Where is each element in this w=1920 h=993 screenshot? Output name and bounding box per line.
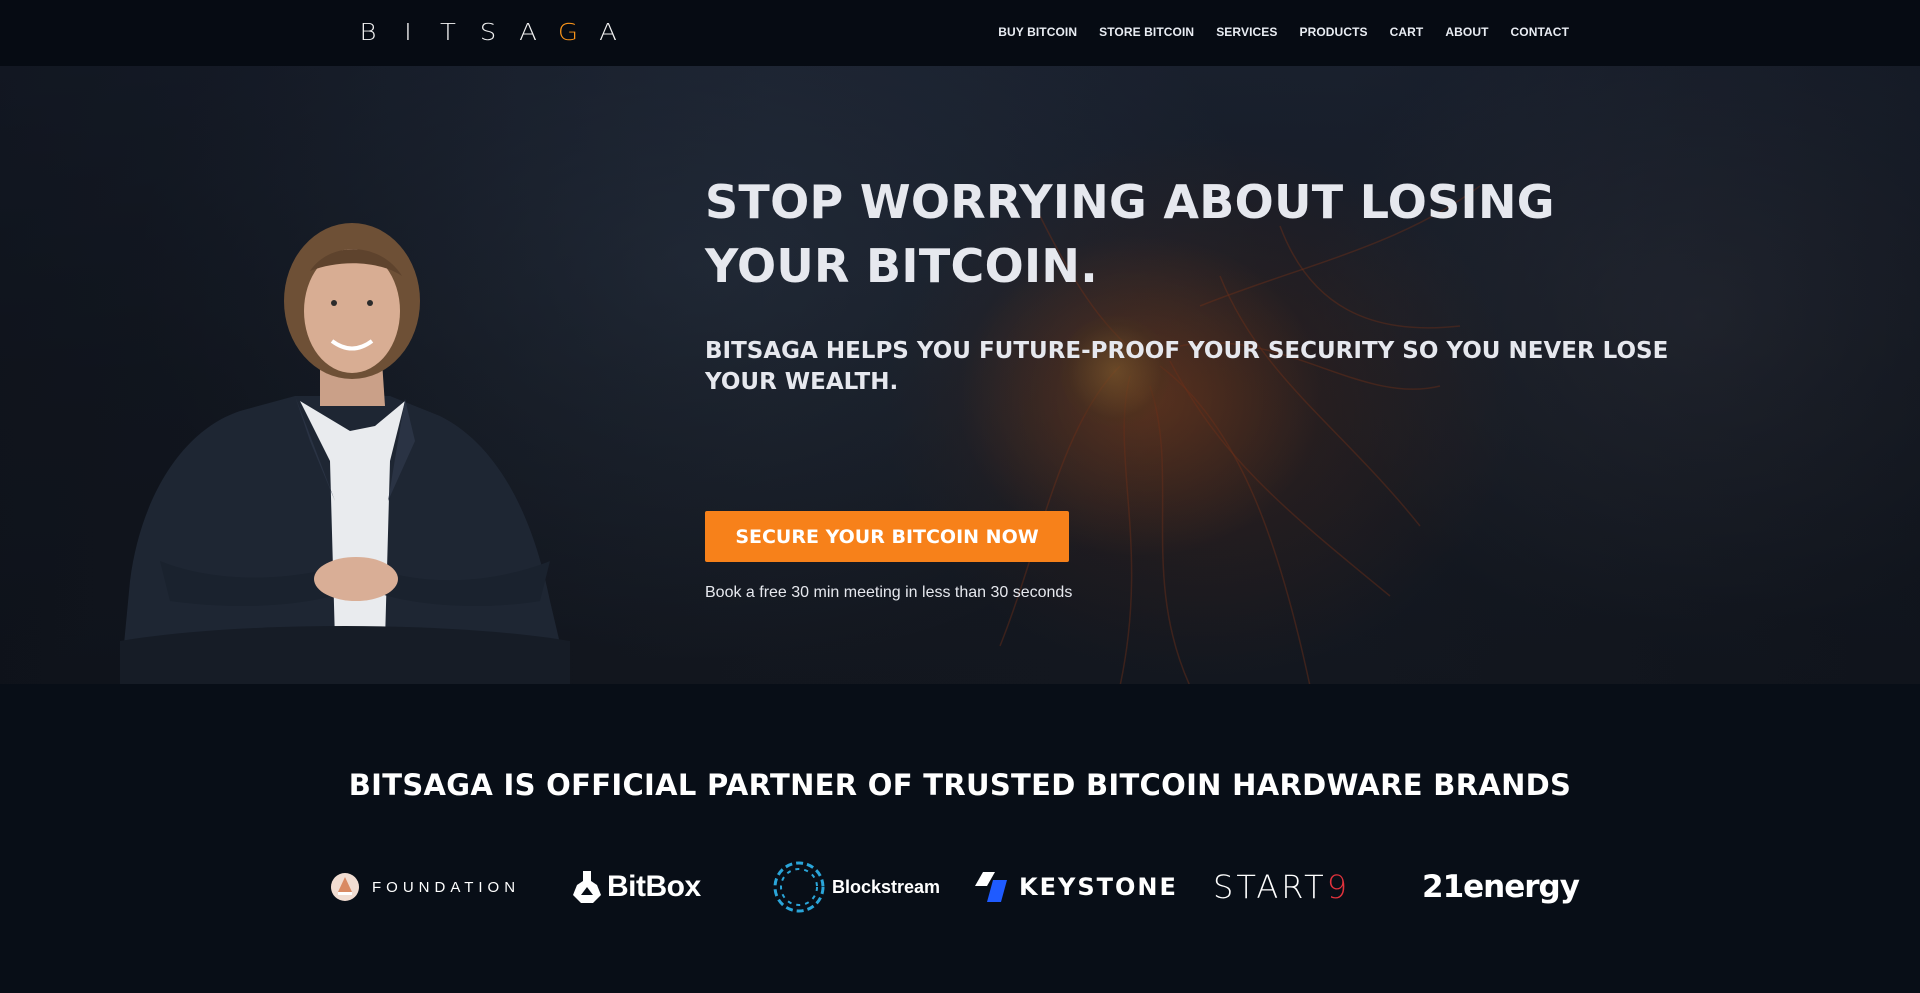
secure-bitcoin-button[interactable]: SECURE YOUR BITCOIN NOW: [705, 511, 1069, 562]
21energy-logo[interactable]: 21energy: [1422, 860, 1580, 914]
start9-wordmark: START9: [1213, 868, 1350, 906]
bitsaga-logo[interactable]: B I T S A G A: [354, 19, 634, 47]
main-menu: BUY BITCOIN STORE BITCOIN SERVICES PRODU…: [976, 25, 1569, 39]
logo-letter: T: [440, 19, 456, 47]
nav-products[interactable]: PRODUCTS: [1299, 25, 1367, 39]
nav-contact[interactable]: CONTACT: [1511, 25, 1569, 39]
blockstream-icon: [773, 861, 825, 913]
foundation-logo[interactable]: FOUNDATION: [330, 860, 520, 914]
nav-cart[interactable]: CART: [1390, 25, 1424, 39]
hero-subheadline: BITSAGA HELPS YOU FUTURE-PROOF YOUR SECU…: [705, 338, 1669, 395]
bitbox-wordmark: BitBox: [607, 870, 701, 903]
foundation-wordmark: FOUNDATION: [372, 878, 521, 896]
hero-headline: STOP WORRYING ABOUT LOSING YOUR BITCOIN.: [705, 175, 1555, 293]
nav-services[interactable]: SERVICES: [1216, 25, 1277, 39]
nav-store-bitcoin[interactable]: STORE BITCOIN: [1099, 25, 1194, 39]
logo-letter: I: [404, 19, 412, 47]
hero-section: STOP WORRYING ABOUT LOSING YOUR BITCOIN.…: [0, 66, 1920, 684]
bitbox-logo[interactable]: BitBox: [573, 860, 701, 914]
foundation-icon: [331, 873, 359, 901]
top-navigation: B I T S A G A BUY BITCOIN STORE BITCOIN …: [0, 0, 1920, 66]
start9-suffix: 9: [1326, 868, 1351, 906]
keystone-icon: [975, 872, 1007, 902]
founder-portrait: [120, 223, 570, 684]
nav-about[interactable]: ABOUT: [1445, 25, 1488, 39]
logo-letter: A: [519, 19, 537, 47]
keystone-wordmark: KEYSTONE: [1019, 873, 1178, 901]
21energy-wordmark: 21energy: [1422, 869, 1580, 905]
logo-letter: A: [599, 19, 617, 47]
start9-prefix: START: [1213, 868, 1327, 906]
blockstream-logo[interactable]: Blockstream: [772, 860, 940, 914]
logo-letter: B: [359, 19, 377, 47]
nav-buy-bitcoin[interactable]: BUY BITCOIN: [998, 25, 1077, 39]
blockstream-wordmark: Blockstream: [832, 876, 941, 897]
cta-note: Book a free 30 min meeting in less than …: [705, 584, 1073, 601]
logo-letter: S: [479, 19, 497, 47]
partners-title: BITSAGA IS OFFICIAL PARTNER OF TRUSTED B…: [348, 768, 1572, 802]
bitbox-icon: [573, 871, 601, 903]
start9-logo[interactable]: START9: [1213, 860, 1350, 914]
keystone-logo[interactable]: KEYSTONE: [975, 860, 1178, 914]
logo-letter-accent: G: [557, 19, 579, 47]
